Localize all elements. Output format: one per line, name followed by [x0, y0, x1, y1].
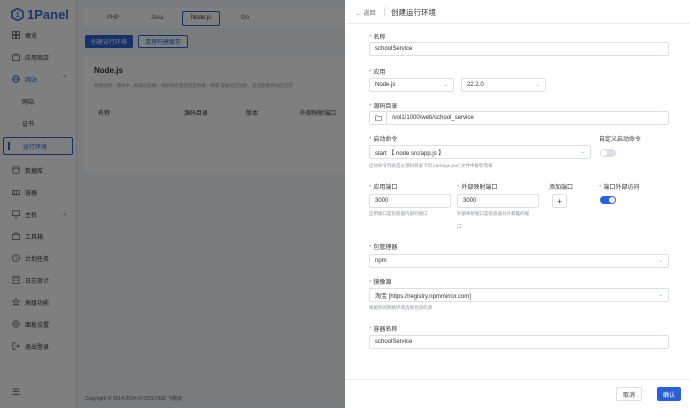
- start-command-hint: 启动命令列表是从源码目录下的 package.json 文件中解析而来: [369, 163, 493, 168]
- create-runtime-drawer: ← 返回 创建运行环境 * 名称 schoolService * 应用 Node.j…: [345, 0, 690, 408]
- folder-picker-button[interactable]: [369, 111, 387, 125]
- start-command-label: * 启动命令: [369, 137, 398, 143]
- source-dir-label: * 源码目录: [369, 104, 398, 110]
- mirror-label: * 镜像源: [369, 280, 392, 286]
- name-label: * 名称: [369, 35, 386, 41]
- back-label: 返回: [363, 11, 376, 17]
- custom-command-toggle[interactable]: [600, 149, 616, 157]
- back-arrow-icon: ←: [356, 11, 364, 17]
- chevron-down-icon: ⌄: [535, 82, 540, 88]
- chevron-down-icon: ⌄: [658, 292, 663, 298]
- external-port-input[interactable]: 3000: [457, 194, 539, 208]
- package-manager-label: * 包管理器: [369, 245, 398, 251]
- chevron-down-icon: ⌄: [580, 149, 585, 155]
- chevron-down-icon: ⌄: [443, 82, 448, 88]
- app-port-hint: 应用端口是指容器内部的端口: [369, 211, 428, 216]
- version-select[interactable]: 22.2.0 ⌄: [461, 78, 546, 92]
- add-port-label: 添加端口: [549, 185, 574, 191]
- external-port-hint: 外部映射端口是指容器对外暴露的端: [457, 211, 529, 216]
- back-button[interactable]: ← 返回: [356, 8, 376, 17]
- add-port-button[interactable]: +: [552, 194, 567, 208]
- app-port-label: * 应用端口: [369, 185, 398, 191]
- plus-icon: +: [557, 196, 562, 206]
- port-external-access-toggle[interactable]: [600, 196, 616, 204]
- container-name-input[interactable]: schoolService: [369, 335, 669, 349]
- container-name-label: * 容器名称: [369, 327, 398, 333]
- mirror-hint: 根据你的网络环境选择合适的源: [369, 305, 432, 310]
- package-manager-select[interactable]: npm ⌄: [369, 254, 669, 268]
- chevron-down-icon: ⌄: [658, 258, 663, 264]
- drawer-title: 创建运行环境: [391, 8, 436, 17]
- confirm-button[interactable]: 确认: [657, 387, 681, 401]
- external-port-hint-cont: 口: [457, 224, 462, 229]
- cancel-button[interactable]: 取消: [616, 387, 642, 401]
- source-dir-input[interactable]: /vol1/1000/web/school_service: [386, 111, 669, 125]
- folder-icon: [374, 115, 382, 121]
- drawer-header: ← 返回 创建运行环境: [345, 0, 690, 24]
- name-input[interactable]: schoolService: [369, 42, 669, 56]
- port-external-access-label: * 端口外部访问: [599, 185, 640, 191]
- custom-command-label: 自定义启动命令: [599, 137, 642, 143]
- header-divider: [384, 7, 385, 16]
- mirror-select[interactable]: 淘宝 [https://registry.npmmirror.com] ⌄: [369, 288, 669, 302]
- app-port-input[interactable]: 3000: [369, 194, 451, 208]
- external-port-label: * 外部映射端口: [457, 185, 498, 191]
- app-select[interactable]: Node.js ⌄: [369, 78, 454, 92]
- app-label: * 应用: [369, 70, 386, 76]
- drawer-footer: 取消 确认: [345, 379, 690, 408]
- start-command-select[interactable]: start 【 node src/app.js 】 ⌄: [369, 145, 591, 159]
